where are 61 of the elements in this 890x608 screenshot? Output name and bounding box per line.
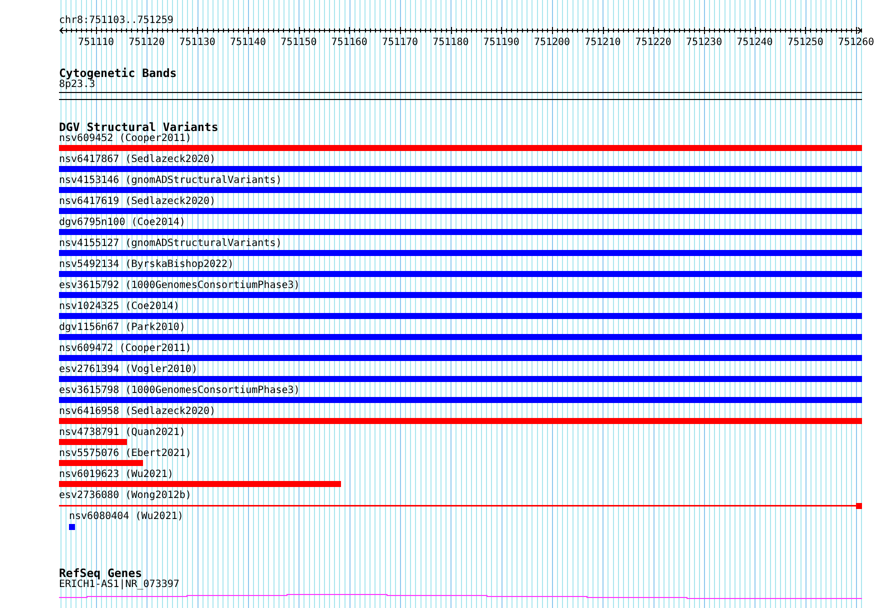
gene-structure-drawing[interactable] (59, 593, 862, 599)
variant-bar[interactable] (59, 145, 862, 151)
feature-label: nsv609452 (Cooper2011) (59, 133, 192, 145)
track-title: DGV Structural Variants (59, 121, 218, 133)
variant-bar[interactable] (59, 439, 128, 445)
feature-label: esv2736080 (Wong2012b) (59, 490, 192, 502)
variant-bar[interactable] (59, 187, 862, 193)
variant-bar[interactable] (59, 355, 862, 361)
axis-label: 751170 (382, 37, 418, 48)
axis-label: 751220 (635, 37, 672, 48)
variant-bar[interactable] (59, 460, 144, 466)
axis-label: 751240 (736, 37, 773, 48)
variant-bar[interactable] (59, 271, 862, 277)
feature-label: nsv1024325 (Coe2014) (59, 301, 180, 313)
feature-label: nsv4153146 (gnomADStructuralVariants) (59, 175, 282, 187)
variant-bar[interactable] (59, 334, 862, 340)
track-title: Cytogenetic Bands (59, 67, 177, 79)
axis-label: 751190 (483, 37, 520, 48)
axis-label: 751180 (432, 37, 469, 48)
feature-label: nsv609472 (Cooper2011) (59, 343, 192, 355)
feature-label: nsv6019623 (Wu2021) (59, 469, 174, 481)
variant-bar[interactable] (59, 418, 862, 424)
feature-label: esv2761394 (Vogler2010) (59, 364, 198, 376)
axis-label: 751110 (78, 37, 114, 48)
feature-label: nsv5492134 (ByrskaBishop2022) (59, 259, 234, 271)
variant-bar[interactable] (59, 166, 862, 172)
axis-label: 751130 (179, 37, 216, 48)
variant-bar[interactable] (59, 208, 862, 214)
feature-label: nsv4738791 (Quan2021) (59, 427, 186, 439)
axis-label: 751200 (534, 37, 570, 48)
feature-label: dgv6795n100 (Coe2014) (59, 217, 186, 229)
feature-label: nsv5575076 (Ebert2021) (59, 448, 192, 460)
axis-label: 751120 (128, 37, 165, 48)
variant-bar[interactable] (59, 292, 862, 298)
variant-bar[interactable] (59, 481, 341, 487)
axis-label: 751230 (686, 37, 722, 48)
gene-label: ERICH1-AS1|NR_073397 (59, 579, 180, 591)
variant-bar[interactable] (59, 397, 862, 403)
feature-label: nsv6417619 (Sedlazeck2020) (59, 196, 216, 208)
band-label: 8p23.3 (59, 79, 96, 91)
feature-label: nsv6416958 (Sedlazeck2020) (59, 406, 216, 418)
variant-bar[interactable] (59, 250, 862, 256)
position-label: chr8:751103..751259 (59, 15, 174, 27)
axis-label: 751140 (230, 37, 266, 48)
variant-line[interactable] (59, 503, 862, 509)
feature-label: nsv6417867 (Sedlazeck2020) (59, 154, 216, 166)
axis-label: 751250 (787, 37, 824, 48)
variant-bar[interactable] (59, 313, 862, 319)
axis-label: 751160 (331, 37, 368, 48)
axis-label: 751210 (584, 37, 621, 48)
feature-label: nsv4155127 (gnomADStructuralVariants) (59, 238, 282, 250)
insertion-marker[interactable] (69, 524, 75, 530)
variant-bar[interactable] (59, 229, 862, 235)
feature-label: esv3615798 (1000GenomesConsortiumPhase3) (59, 385, 300, 397)
feature-label: esv3615792 (1000GenomesConsortiumPhase3) (59, 280, 300, 292)
track-title: RefSeq Genes (59, 567, 142, 579)
axis-label: 751150 (280, 37, 317, 48)
variant-bar[interactable] (59, 376, 862, 382)
axis-label: 751260 (838, 37, 874, 48)
feature-label: nsv6080404 (Wu2021) (69, 511, 184, 523)
feature-label: dgv1156n67 (Park2010) (59, 322, 186, 334)
